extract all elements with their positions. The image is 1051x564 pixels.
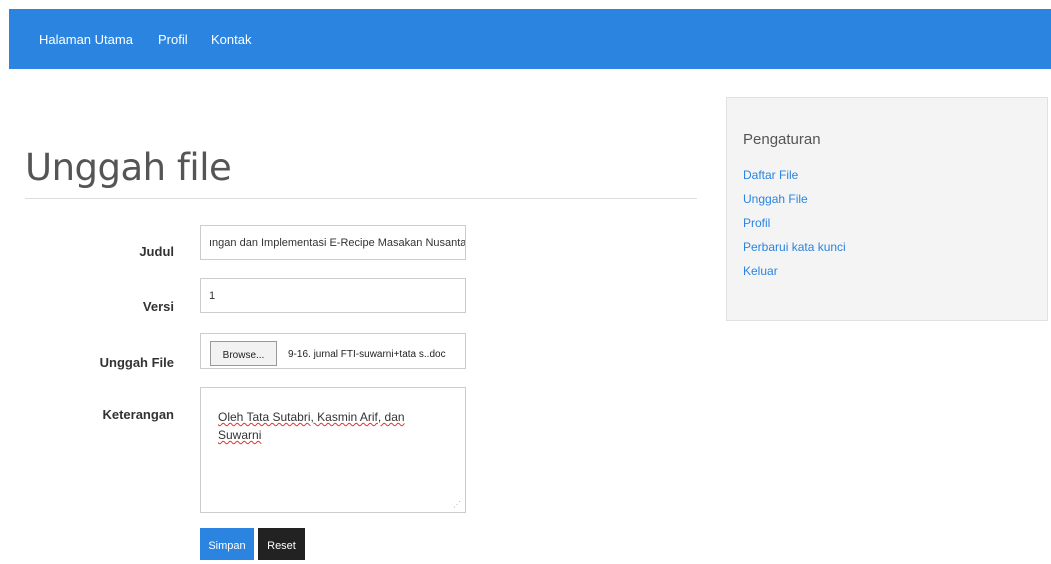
sidebar-item-keluar[interactable]: Keluar: [743, 264, 778, 278]
keterangan-textarea[interactable]: Oleh Tata Sutabri, Kasmin Arif, dan Suwa…: [200, 387, 466, 513]
sidebar-item-unggah-file[interactable]: Unggah File: [743, 192, 808, 206]
sidebar-title: Pengaturan: [743, 131, 821, 148]
top-navbar: Halaman Utama Profil Kontak: [9, 9, 1051, 69]
browse-button[interactable]: Browse...: [210, 341, 277, 366]
file-upload-field: Browse... 9-16. jurnal FTI-suwarni+tata …: [200, 333, 466, 369]
unggah-file-label: Unggah File: [99, 355, 174, 370]
nav-item-kontak[interactable]: Kontak: [211, 32, 251, 47]
nav-item-profil[interactable]: Profil: [158, 32, 188, 47]
sidebar-item-perbarui-kata-kunci[interactable]: Perbarui kata kunci: [743, 240, 846, 254]
settings-sidebar: Pengaturan Daftar File Unggah File Profi…: [726, 97, 1048, 321]
reset-button[interactable]: Reset: [258, 528, 305, 560]
selected-file-name: 9-16. jurnal FTI-suwarni+tata s..doc: [288, 349, 446, 360]
judul-input[interactable]: ıngan dan Implementasi E-Recipe Masakan …: [200, 225, 466, 260]
versi-input[interactable]: 1: [200, 278, 466, 313]
page-title: Unggah file: [25, 146, 232, 189]
save-button[interactable]: Simpan: [200, 528, 254, 560]
resize-grip-icon[interactable]: ⋰: [453, 501, 461, 509]
sidebar-item-profil[interactable]: Profil: [743, 216, 770, 230]
keterangan-text: Oleh Tata Sutabri, Kasmin Arif, dan Suwa…: [218, 410, 405, 442]
nav-item-halaman-utama[interactable]: Halaman Utama: [39, 32, 133, 47]
judul-label: Judul: [139, 244, 174, 259]
versi-label: Versi: [142, 299, 174, 314]
sidebar-item-daftar-file[interactable]: Daftar File: [743, 168, 798, 182]
keterangan-label: Keterangan: [102, 407, 174, 422]
title-divider: [25, 198, 697, 199]
